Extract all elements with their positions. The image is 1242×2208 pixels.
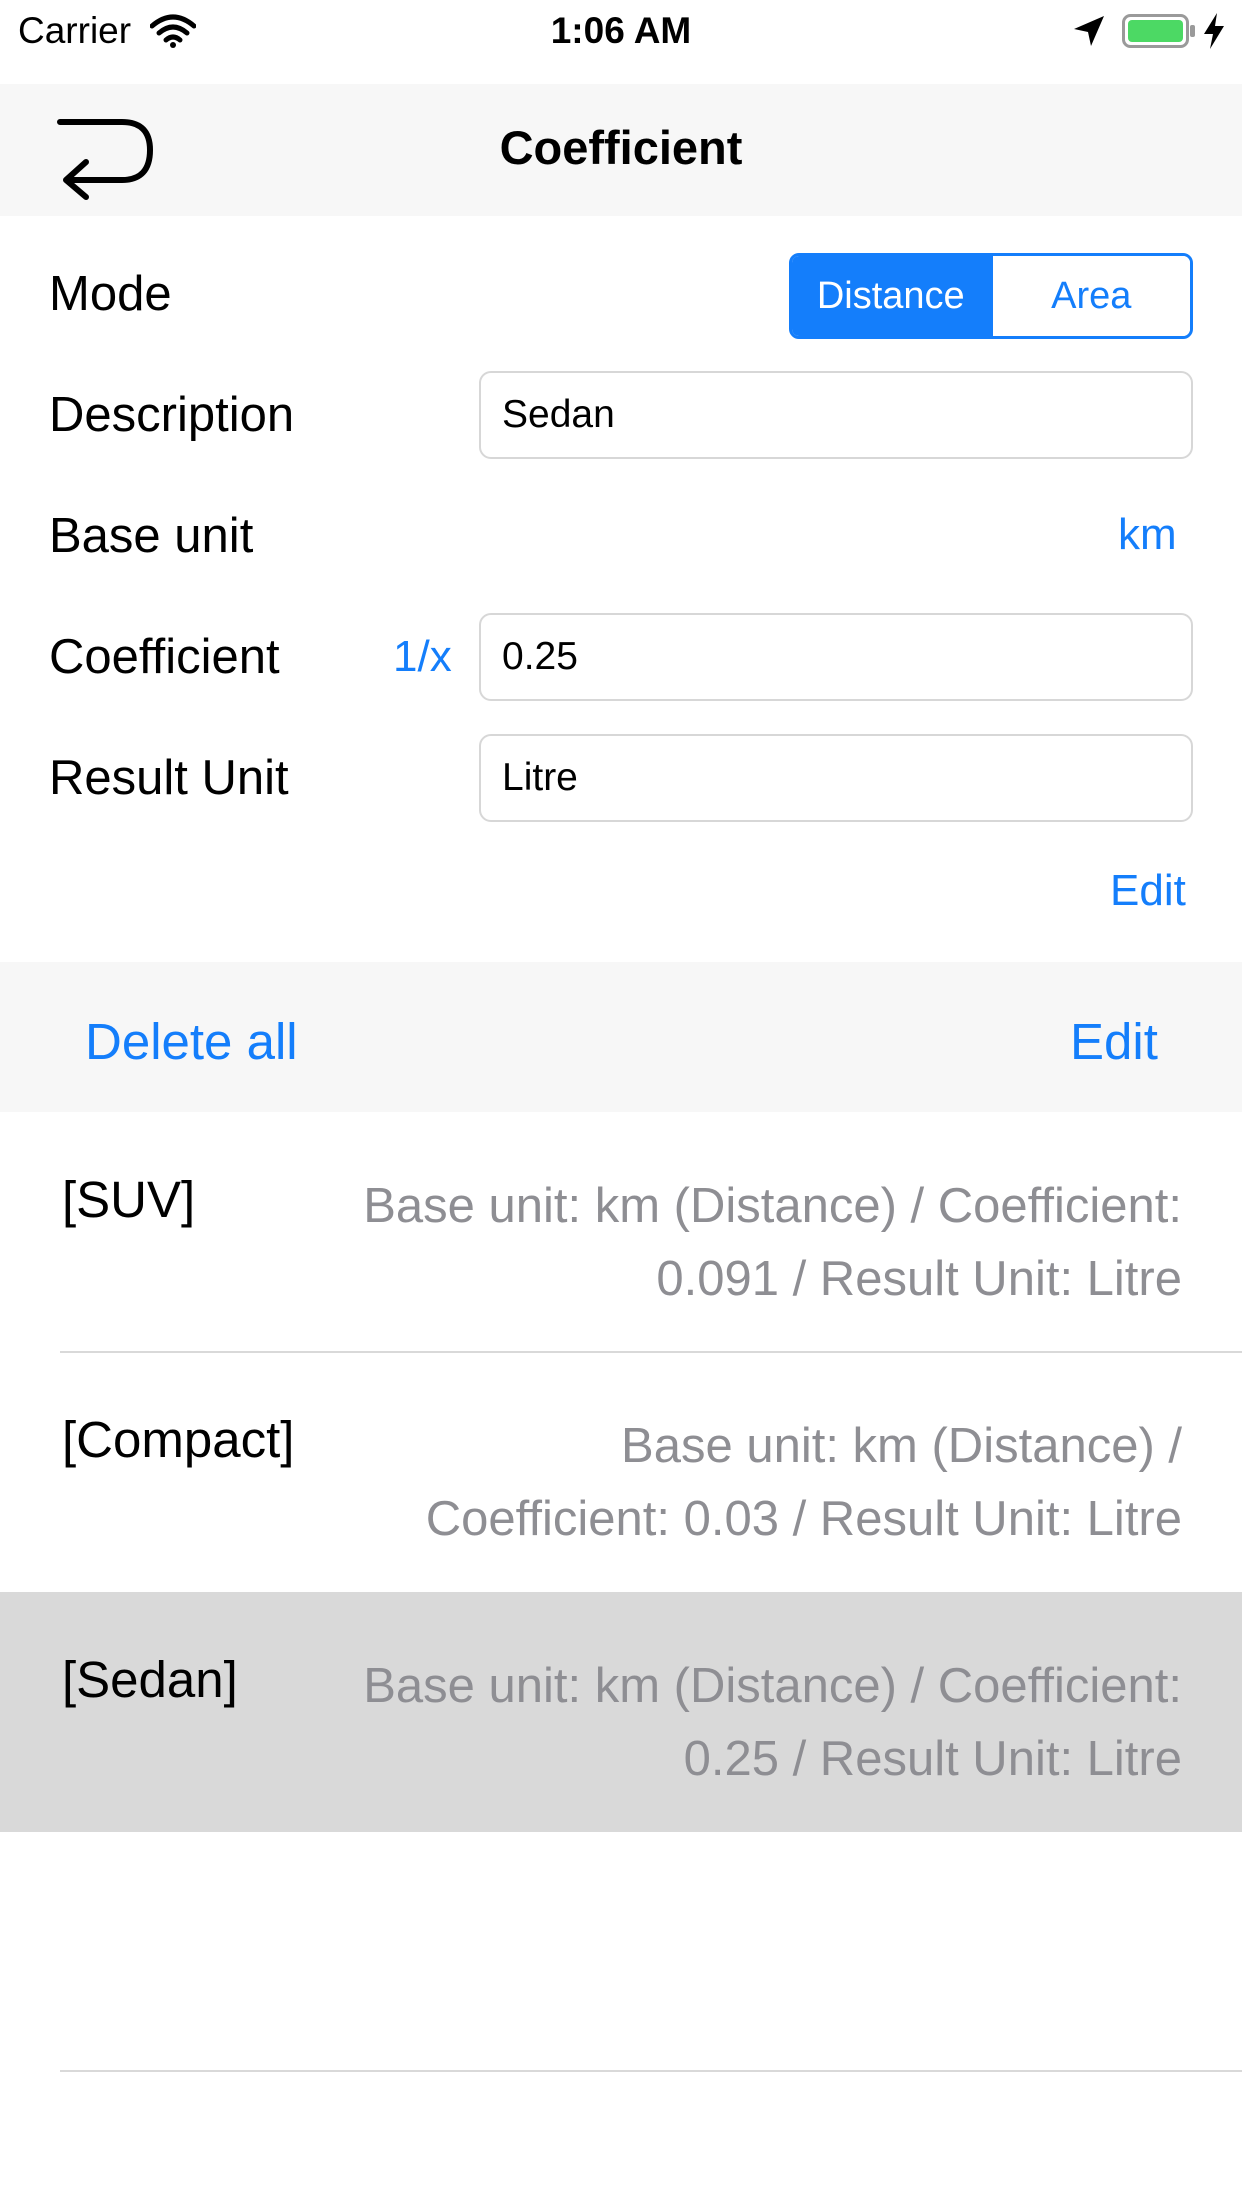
coefficient-label: Coefficient (49, 630, 280, 684)
battery-icon (1122, 14, 1195, 48)
result-unit-field[interactable]: Litre (479, 734, 1193, 822)
item-name: [Compact] (62, 1411, 295, 1468)
segment-area[interactable]: Area (989, 256, 1190, 336)
charging-bolt-icon (1204, 13, 1224, 49)
item-detail: Base unit: km (Distance) / Coefficient: … (426, 1410, 1182, 1556)
segment-distance[interactable]: Distance (792, 256, 990, 336)
delete-all-button[interactable]: Delete all (85, 1012, 298, 1071)
item-detail-line: 0.091 / Result Unit: Litre (656, 1252, 1182, 1306)
status-time: 1:06 AM (550, 10, 692, 51)
description-field[interactable]: Sedan (479, 371, 1193, 459)
list-edit-button[interactable]: Edit (1070, 1012, 1158, 1071)
reciprocal-button[interactable]: 1/x (393, 632, 452, 682)
base-unit-button[interactable]: km (1118, 510, 1177, 560)
description-label: Description (49, 388, 295, 442)
item-name: [Sedan] (62, 1651, 238, 1708)
list-item-selected[interactable]: [Sedan] Base unit: km (Distance) / Coeff… (0, 1592, 1242, 1832)
mode-segmented-control[interactable]: Distance Area (789, 253, 1193, 339)
item-detail-line: Coefficient: 0.03 / Result Unit: Litre (425, 1492, 1182, 1546)
item-detail: Base unit: km (Distance) / Coefficient: … (363, 1170, 1182, 1316)
item-detail-line: 0.25 / Result Unit: Litre (683, 1732, 1182, 1786)
item-name: [SUV] (62, 1171, 196, 1228)
row-separator (60, 2070, 1242, 2072)
mode-label: Mode (49, 267, 172, 321)
item-detail: Base unit: km (Distance) / Coefficient: … (363, 1650, 1182, 1796)
coefficient-field[interactable]: 0.25 (479, 613, 1193, 701)
page-title: Coefficient (499, 121, 743, 174)
location-arrow-icon (1074, 16, 1104, 46)
base-unit-label: Base unit (49, 509, 254, 563)
item-detail-line: Base unit: km (Distance) / (621, 1419, 1182, 1473)
item-detail-line: Base unit: km (Distance) / Coefficient: (363, 1179, 1182, 1233)
item-detail-line: Base unit: km (Distance) / Coefficient: (363, 1659, 1182, 1713)
list-item[interactable]: [Compact] Base unit: km (Distance) / Coe… (0, 1352, 1242, 1592)
result-unit-label: Result Unit (49, 751, 289, 805)
result-unit-edit-button[interactable]: Edit (1110, 866, 1186, 916)
list-item[interactable]: [SUV] Base unit: km (Distance) / Coeffic… (0, 1112, 1242, 1352)
